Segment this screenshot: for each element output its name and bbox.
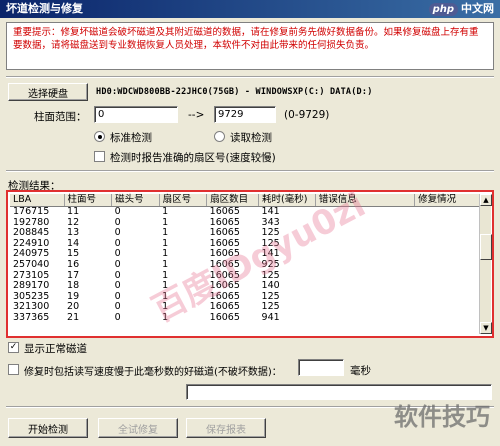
table-cell — [315, 207, 414, 218]
table-cell: 1 — [162, 206, 169, 217]
table-cell: 0 — [114, 258, 121, 270]
table-cell: 0 — [114, 311, 121, 323]
table-cell: 337365 — [13, 311, 50, 323]
read-check-label: 读取检测 — [230, 132, 272, 144]
column-header[interactable]: 耗时(毫秒) — [258, 194, 316, 207]
table-cell — [315, 292, 414, 303]
table-row[interactable]: 208845 13 0 1 16065 125 — [10, 228, 480, 239]
cylinder-end-input[interactable]: 9729 — [214, 106, 276, 123]
column-header[interactable]: 错误信息 — [315, 194, 416, 207]
table-row[interactable]: 224910 14 0 1 16065 125 — [10, 238, 480, 250]
divider — [6, 76, 494, 78]
standard-check-label: 标准检测 — [110, 132, 152, 144]
results-header: LBA 柱面号 磁头号 扇区号 扇区数目 耗时(毫秒) 错误信息 修复情况 — [10, 194, 480, 207]
scroll-up-icon[interactable]: ▲ — [480, 194, 492, 206]
table-row[interactable]: 257040 16 0 1 16065 925 — [10, 258, 480, 271]
repair-slow-label: 修复时包括读写速度慢于此毫秒数的好磁道(不破坏数据)： — [24, 367, 282, 378]
table-cell — [315, 302, 414, 313]
results-list[interactable]: LBA 柱面号 磁头号 扇区号 扇区数目 耗时(毫秒) 错误信息 修复情况 17… — [6, 190, 494, 338]
table-cell — [415, 228, 480, 239]
table-cell: 21 — [67, 311, 80, 323]
table-row[interactable]: 176715 11 0 1 16065 141 — [10, 206, 480, 218]
cylinder-start-input[interactable]: 0 — [94, 106, 178, 123]
table-cell: 1 — [162, 258, 169, 270]
report-sector-checkbox[interactable] — [94, 151, 105, 162]
column-header[interactable]: 修复情况 — [414, 194, 480, 207]
site-logo: php 中文网 — [428, 0, 494, 18]
table-cell: 16065 — [209, 311, 240, 323]
column-header[interactable]: LBA — [10, 194, 65, 207]
results-table: LBA 柱面号 磁头号 扇区号 扇区数目 耗时(毫秒) 错误信息 修复情况 17… — [10, 194, 480, 324]
site-logo-badge: php — [428, 2, 458, 16]
table-cell — [415, 239, 480, 250]
table-cell: 176715 — [13, 206, 50, 217]
table-cell: 0 — [114, 206, 121, 217]
table-cell — [315, 249, 414, 260]
column-header[interactable]: 扇区数目 — [206, 194, 260, 207]
range-arrow: --> — [188, 109, 205, 121]
show-normal-checkbox[interactable]: ✓ — [8, 342, 19, 353]
title-bar[interactable]: 坏道检测与修复 php 中文网 — [0, 0, 500, 18]
show-normal-label: 显示正常磁道 — [24, 343, 87, 355]
cylinder-range-hint: (0-9729) — [284, 109, 330, 121]
repair-slow-checkbox[interactable] — [8, 364, 19, 375]
site-logo-text: 中文网 — [461, 2, 494, 15]
column-header[interactable]: 柱面号 — [64, 194, 113, 207]
table-cell — [415, 207, 480, 218]
window-title: 坏道检测与修复 — [6, 2, 83, 15]
table-row[interactable]: 337365 21 0 1 16065 941 — [10, 311, 480, 324]
table-cell — [315, 228, 414, 239]
table-cell — [315, 260, 414, 271]
table-row[interactable]: 240975 15 0 1 16065 141 — [10, 249, 480, 260]
repair-button[interactable]: 全试修复 — [98, 418, 178, 438]
table-row[interactable]: 321300 20 0 1 16065 125 — [10, 302, 480, 313]
table-cell — [415, 313, 480, 324]
table-cell: 1 — [162, 311, 169, 323]
table-cell — [415, 271, 480, 282]
table-row[interactable]: 305235 19 0 1 16065 125 — [10, 291, 480, 303]
select-disk-button[interactable]: 选择硬盘 — [8, 83, 88, 101]
table-row[interactable]: 273105 17 0 1 16065 125 — [10, 270, 480, 282]
table-cell — [315, 313, 414, 324]
slow-threshold-input[interactable] — [298, 359, 344, 376]
table-cell — [315, 281, 414, 292]
column-header[interactable]: 扇区号 — [159, 194, 208, 207]
table-cell — [415, 281, 480, 292]
table-row[interactable]: 289170 18 0 1 16065 140 — [10, 281, 480, 292]
scroll-down-icon[interactable]: ▼ — [480, 322, 492, 334]
table-cell: 16065 — [209, 206, 240, 217]
table-cell: 11 — [67, 206, 80, 217]
table-cell: 941 — [261, 311, 280, 323]
table-cell: 16 — [67, 258, 80, 270]
table-cell — [315, 239, 414, 250]
table-cell — [415, 302, 480, 313]
ms-unit-label: 毫秒 — [350, 365, 371, 377]
table-row[interactable]: 192780 12 0 1 16065 343 — [10, 217, 480, 229]
table-cell — [415, 260, 480, 271]
table-cell: 141 — [261, 206, 280, 217]
table-cell — [315, 271, 414, 282]
read-check-radio[interactable] — [214, 131, 225, 142]
column-header[interactable]: 磁头号 — [111, 194, 160, 207]
divider — [6, 170, 494, 172]
save-report-button[interactable]: 保存报表 — [186, 418, 266, 438]
table-cell — [415, 218, 480, 229]
report-sector-label: 检测时报告准确的扇区号(速度较慢) — [110, 152, 276, 164]
standard-check-radio[interactable] — [94, 131, 105, 142]
warning-message: 重要提示：修复坏磁道会破坏磁道及其附近磁道的数据，请在修复前务先做好数据备份。如… — [6, 22, 494, 70]
disk-info: HD0:WDCWD800BB-22JHC0(75GB) - WINDOWSXP(… — [96, 87, 373, 97]
corner-watermark: 软件技巧 — [394, 403, 490, 431]
cylinder-range-label: 柱面范围： — [34, 111, 87, 123]
table-cell — [315, 218, 414, 229]
table-cell: 925 — [261, 258, 280, 270]
table-cell: 257040 — [13, 258, 50, 270]
start-check-button[interactable]: 开始检测 — [8, 418, 88, 438]
table-cell: 16065 — [209, 258, 240, 270]
results-scrollbar[interactable]: ▲ ▼ — [479, 194, 492, 334]
table-cell — [415, 249, 480, 260]
scroll-thumb[interactable] — [480, 234, 492, 260]
table-cell — [415, 292, 480, 303]
